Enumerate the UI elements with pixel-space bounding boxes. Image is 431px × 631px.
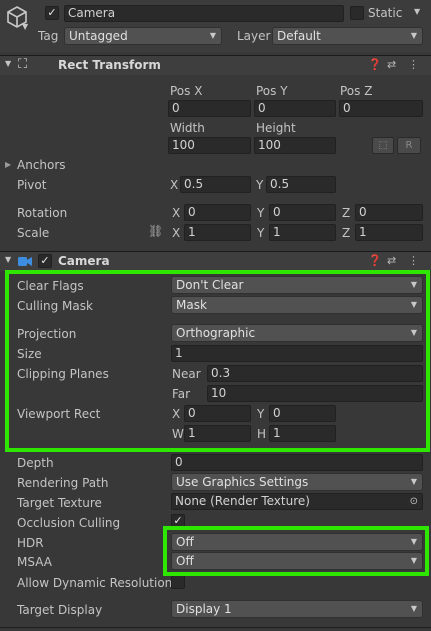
target-texture-field[interactable]: None (Render Texture) ⊙: [171, 493, 423, 510]
height-field[interactable]: 100: [254, 137, 336, 154]
object-header: ▼ ✓ Camera Static ▼ Tag Untagged ▼ Layer …: [0, 0, 431, 52]
camera-title: Camera: [58, 254, 110, 268]
layer-dropdown[interactable]: Default ▼: [272, 27, 423, 45]
pivot-x-field[interactable]: 0.5: [180, 176, 251, 193]
foldout-arrow-icon[interactable]: ▼: [5, 59, 11, 68]
pivot-y-field[interactable]: 0.5: [266, 176, 336, 193]
rect-transform-header[interactable]: ▼ ⛶ Rect Transform ❓ ⇄ ⋮: [0, 55, 431, 75]
rot-z-label: Z: [342, 206, 351, 220]
anchors-label[interactable]: Anchors: [17, 157, 66, 173]
rect-transform-icon: ⛶: [18, 57, 28, 72]
rotation-label: Rotation: [17, 206, 68, 220]
highlight-box-projection-settings: [5, 270, 430, 452]
presets-icon[interactable]: ⇄: [387, 58, 396, 72]
highlight-box-hdr-msaa: [163, 526, 429, 576]
pos-y-field[interactable]: 0: [254, 100, 336, 117]
help-icon[interactable]: ❓: [368, 58, 382, 72]
scale-x-label: X: [172, 226, 181, 240]
width-field[interactable]: 100: [168, 137, 251, 154]
blueprint-mode-button[interactable]: ⬚: [372, 137, 394, 154]
help-icon[interactable]: ❓: [368, 254, 382, 268]
object-name-field[interactable]: Camera: [64, 5, 344, 22]
target-display-dropdown[interactable]: Display 1 ▼: [171, 600, 423, 618]
active-checkbox[interactable]: ✓: [45, 6, 59, 20]
scale-z-label: Z: [342, 226, 351, 240]
occlusion-culling-label: Occlusion Culling: [17, 516, 121, 530]
camera-enabled-checkbox[interactable]: ✓: [38, 254, 52, 268]
rect-transform-title: Rect Transform: [58, 58, 161, 72]
scale-y-field[interactable]: 1: [269, 224, 336, 241]
pos-z-field[interactable]: 0: [339, 100, 423, 117]
camera-component-header[interactable]: ▼ ✓ Camera ❓ ⇄ ⋮: [0, 251, 431, 271]
rendering-path-dropdown[interactable]: Use Graphics Settings ▼: [171, 473, 423, 491]
static-checkbox[interactable]: [350, 6, 364, 20]
pivot-y-label: Y: [256, 178, 264, 192]
tag-dropdown[interactable]: Untagged ▼: [64, 27, 222, 45]
depth-label: Depth: [17, 456, 54, 470]
raw-edit-button[interactable]: R: [397, 137, 421, 154]
pivot-label: Pivot: [17, 178, 47, 192]
pos-y-label: Pos Y: [256, 84, 288, 98]
target-texture-label: Target Texture: [17, 496, 102, 510]
chevron-down-icon[interactable]: ▼: [22, 22, 28, 31]
scale-x-field[interactable]: 1: [184, 224, 251, 241]
allow-dynamic-resolution-checkbox[interactable]: [171, 575, 185, 589]
scale-z-field[interactable]: 1: [355, 224, 423, 241]
camera-icon: [18, 257, 32, 266]
pos-z-label: Pos Z: [340, 84, 373, 98]
foldout-arrow-icon[interactable]: ▼: [5, 255, 11, 264]
height-label: Height: [256, 121, 296, 135]
target-display-label: Target Display: [17, 603, 103, 617]
scale-label: Scale: [17, 226, 50, 240]
width-label: Width: [170, 121, 205, 135]
pivot-x-label: X: [170, 178, 179, 192]
allow-dynamic-resolution-label: Allow Dynamic Resolution: [17, 576, 173, 590]
msaa-label: MSAA: [17, 555, 52, 569]
bottom-divider: [0, 627, 431, 628]
rendering-path-label: Rendering Path: [17, 476, 109, 490]
rot-z-field[interactable]: 0: [355, 204, 423, 221]
pos-x-field[interactable]: 0: [168, 100, 251, 117]
anchors-foldout-icon[interactable]: ▶: [5, 160, 11, 169]
presets-icon[interactable]: ⇄: [387, 254, 396, 268]
static-dropdown-icon[interactable]: ▼: [414, 7, 420, 16]
depth-field[interactable]: 0: [171, 454, 423, 471]
rot-y-label: Y: [257, 206, 265, 220]
rot-x-label: X: [172, 206, 181, 220]
layer-label: Layer: [237, 29, 271, 43]
rot-x-field[interactable]: 0: [184, 204, 251, 221]
hdr-label: HDR: [17, 536, 44, 550]
more-options-icon[interactable]: ⋮: [408, 254, 419, 268]
constrain-proportions-icon[interactable]: ⛓: [148, 224, 163, 238]
pos-x-label: Pos X: [170, 84, 203, 98]
rot-y-field[interactable]: 0: [269, 204, 336, 221]
more-options-icon[interactable]: ⋮: [408, 58, 419, 72]
object-picker-icon[interactable]: ⊙: [410, 494, 418, 509]
scale-y-label: Y: [257, 226, 265, 240]
tag-label: Tag: [38, 29, 59, 43]
static-label: Static: [368, 6, 403, 20]
